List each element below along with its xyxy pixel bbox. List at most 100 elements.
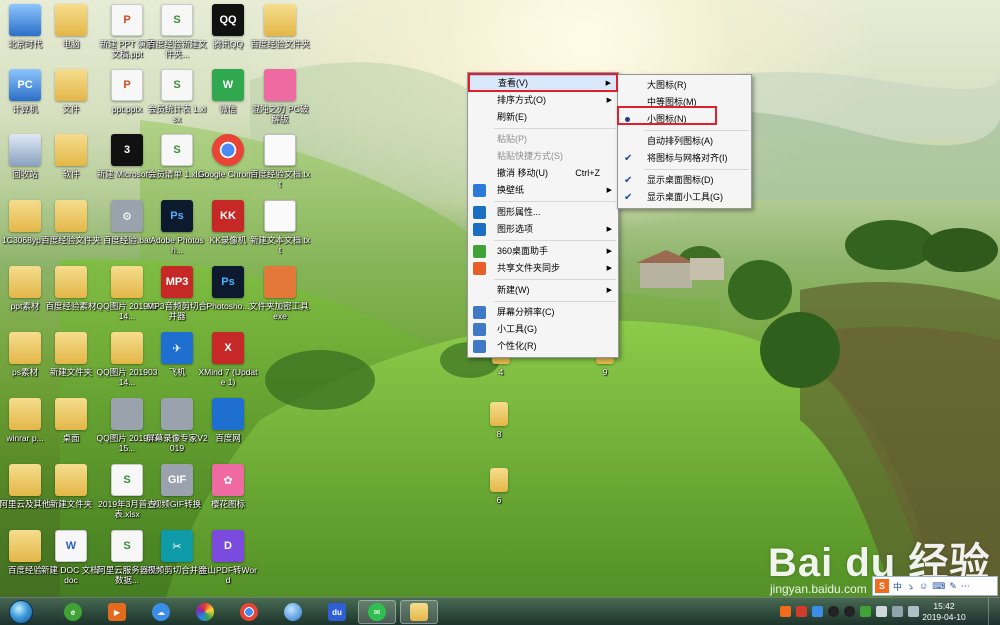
menu-item[interactable]: 图形属性... xyxy=(468,204,618,221)
system-clock[interactable]: 15:42 2019-04-10 xyxy=(914,601,974,623)
cloud-icon: ☁ xyxy=(152,603,170,621)
checkmark-icon: ✔ xyxy=(624,153,633,164)
desktop-icon-image xyxy=(9,398,41,430)
ime-logo-icon[interactable]: S xyxy=(875,579,889,593)
tray-360-icon[interactable] xyxy=(860,606,871,617)
menu-item-label: 图形选项 xyxy=(497,224,534,234)
desktop-icon[interactable]: ✿ 樱花图标 xyxy=(197,464,259,530)
desktop-icon[interactable]: 百度经验文件夹 xyxy=(40,200,102,266)
desktop-icon-image: QQ xyxy=(212,4,244,36)
taskbar-baidu[interactable]: du xyxy=(318,600,356,624)
desktop-icon-label: 新建文本文档.txt xyxy=(250,235,310,255)
taskbar-baidu-netdisk[interactable]: ☁ xyxy=(142,600,180,624)
checkmark-icon: ✔ xyxy=(624,192,633,203)
desktop-icon[interactable]: 文件夹加密工具.exe xyxy=(249,266,311,332)
ime-toolbar[interactable]: S 中 ゝ ☺ ⌨ ✎ ⋯ xyxy=(872,576,998,596)
menu-item[interactable]: ✔ 将图标与网格对齐(I) xyxy=(618,150,751,167)
intel-icon xyxy=(473,223,486,236)
menu-item[interactable]: 排序方式(O) ▶ xyxy=(468,92,618,109)
ime-handwrite-icon[interactable]: ✎ xyxy=(949,581,957,592)
desktop-icon-label: 电脑 xyxy=(62,39,80,49)
tray-security-icon[interactable] xyxy=(796,606,807,617)
ime-lang-toggle[interactable]: 中 xyxy=(893,580,902,593)
desktop-icon[interactable]: 百度经验素材 xyxy=(40,266,102,332)
menu-item[interactable]: 自动排列图标(A) xyxy=(618,133,751,150)
menu-item[interactable]: 刷新(E) xyxy=(468,109,618,126)
start-button[interactable] xyxy=(6,598,36,625)
desktop-icon[interactable]: 电脑 xyxy=(40,4,102,70)
ime-more-icon[interactable]: ⋯ xyxy=(961,581,970,592)
desktop-icon[interactable]: D 金山PDF转Word xyxy=(197,530,259,596)
taskbar-wechat[interactable]: ✉ xyxy=(358,600,396,624)
desktop-icon-image xyxy=(111,398,143,430)
taskbar-globe[interactable] xyxy=(274,600,312,624)
desktop-icon-label: 文件夹加密工具.exe xyxy=(249,301,311,321)
menu-item[interactable]: 换壁纸 ▶ xyxy=(468,182,618,199)
desktop-icon[interactable]: X XMind 7 (Update 1) xyxy=(197,332,259,398)
menu-item[interactable]: 小工具(G) xyxy=(468,321,618,338)
ime-keyboard-icon[interactable]: ⌨ xyxy=(932,581,945,592)
menu-item[interactable]: ✔ 显示桌面小工具(G) xyxy=(618,189,751,206)
desktop-icon[interactable]: 新建文件夹 xyxy=(40,464,102,530)
taskbar-media-player[interactable]: ▶ xyxy=(98,600,136,624)
menu-item[interactable]: ✔ 显示桌面图标(D) xyxy=(618,172,751,189)
baidu-paw-icon: du xyxy=(328,603,346,621)
desktop-icon[interactable]: 文件 xyxy=(40,69,102,135)
menu-item[interactable]: 大图标(R) xyxy=(618,77,751,94)
menu-item[interactable]: 粘贴(P) xyxy=(468,131,618,148)
desktop-icon[interactable]: 桌面 xyxy=(40,398,102,464)
taskbar-360-browser[interactable]: e xyxy=(54,600,92,624)
taskbar-color-app[interactable] xyxy=(186,600,224,624)
gadget-icon xyxy=(473,323,486,336)
desktop-icon[interactable]: 新建文本文档.txt xyxy=(249,200,311,266)
menu-item[interactable]: 个性化(R) xyxy=(468,338,618,355)
scattered-folder[interactable]: 8 xyxy=(468,402,530,468)
desktop-icon-image: S xyxy=(161,69,193,101)
highlight-box-view xyxy=(468,73,618,92)
desktop-icon-image: ✈ xyxy=(161,332,193,364)
menu-item[interactable]: 屏幕分辨率(C) xyxy=(468,304,618,321)
tray-network-icon[interactable] xyxy=(892,606,903,617)
tray-cloud-icon[interactable] xyxy=(812,606,823,617)
desktop-icon-image xyxy=(9,464,41,496)
menu-item[interactable]: 粘贴快捷方式(S) xyxy=(468,148,618,165)
desktop-icon-image: S xyxy=(161,134,193,166)
taskbar-explorer[interactable] xyxy=(400,600,438,624)
show-desktop-button[interactable] xyxy=(988,598,1000,625)
desktop-icon[interactable]: W 新建 DOC 文档.doc xyxy=(40,530,102,596)
desktop-icon[interactable]: 百度经验文件夹 xyxy=(249,4,311,70)
desktop-icon-image xyxy=(212,398,244,430)
tray-flag-icon[interactable] xyxy=(876,606,887,617)
menu-item[interactable]: 360桌面助手 ▶ xyxy=(468,243,618,260)
menu-item-label: 个性化(R) xyxy=(497,341,537,351)
desktop-icon[interactable]: 新建文件夹 xyxy=(40,332,102,398)
desktop-icon-image xyxy=(55,4,87,36)
menu-item[interactable]: 新建(W) ▶ xyxy=(468,282,618,299)
desktop-icon[interactable]: 混沌之刃 PC破解版 xyxy=(249,69,311,135)
menu-item-label: 新建(W) xyxy=(497,285,530,295)
menu-item-label: 将图标与网格对齐(I) xyxy=(647,153,728,163)
desktop-icon-image: Ps xyxy=(161,200,193,232)
tray-qq-icon[interactable] xyxy=(828,606,839,617)
checkmark-icon: ✔ xyxy=(624,175,633,186)
windows-orb-icon xyxy=(9,600,33,624)
desktop-icon-image: W xyxy=(55,530,87,562)
ime-punct-icon[interactable]: ゝ xyxy=(906,580,915,593)
desktop-icon[interactable]: 百度网 xyxy=(197,398,259,464)
tray-qq2-icon[interactable] xyxy=(844,606,855,617)
menu-item[interactable]: 图形选项 ▶ xyxy=(468,221,618,238)
desktop-icon[interactable]: 百度经验文档.txt xyxy=(249,134,311,200)
menu-item-label: 粘贴快捷方式(S) xyxy=(497,151,563,161)
desktop-icon-image: 3 xyxy=(111,134,143,166)
menu-item[interactable]: 撤消 移动(U) Ctrl+Z xyxy=(468,165,618,182)
menu-separator xyxy=(494,128,616,129)
menu-item-label: 显示桌面小工具(G) xyxy=(647,192,723,202)
desktop-icon-image: ⚙ xyxy=(111,200,143,232)
ime-emoji-icon[interactable]: ☺ xyxy=(919,581,928,591)
scattered-folder[interactable]: 6 xyxy=(468,468,530,534)
menu-item-label: 粘贴(P) xyxy=(497,134,527,144)
desktop-icon[interactable]: 软件 xyxy=(40,134,102,200)
menu-item[interactable]: 共享文件夹同步 ▶ xyxy=(468,260,618,277)
taskbar-chrome[interactable] xyxy=(230,600,268,624)
tray-sogou-icon[interactable] xyxy=(780,606,791,617)
